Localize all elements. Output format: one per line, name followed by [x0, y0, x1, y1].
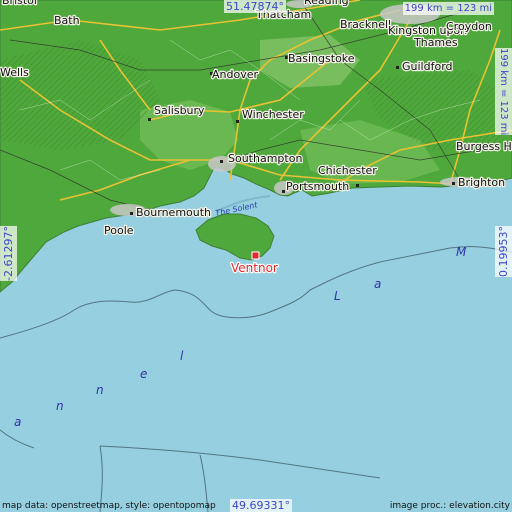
- svg-text:n: n: [56, 399, 64, 413]
- svg-text:L: L: [334, 289, 341, 303]
- label-bristol: Bristol: [2, 0, 37, 7]
- latitude-bottom: 49.69331°: [230, 499, 292, 512]
- label-brighton: Brighton: [458, 176, 505, 189]
- label-guildford: Guildford: [402, 60, 453, 73]
- label-bournemouth: Bournemouth: [136, 206, 211, 219]
- label-burgess-hill: Burgess Hill: [456, 140, 512, 153]
- svg-text:a: a: [14, 415, 21, 429]
- ventnor-marker[interactable]: [251, 251, 260, 260]
- label-thames: Thames: [413, 36, 458, 49]
- label-bath: Bath: [54, 14, 80, 27]
- svg-text:e: e: [140, 367, 147, 381]
- longitude-right: 0.19953°: [495, 226, 512, 277]
- map-canvas: Bristol Bath Wells Salisbury Andover Win…: [0, 0, 512, 512]
- label-portsmouth: Portsmouth: [286, 180, 349, 193]
- svg-text:a: a: [374, 277, 381, 291]
- longitude-left: -2.61297°: [0, 226, 17, 281]
- label-wells: Wells: [0, 66, 29, 79]
- scale-bar-right: 199 km = 123 mi: [495, 48, 512, 136]
- label-winchester: Winchester: [242, 108, 304, 121]
- label-ventnor: Ventnor: [231, 261, 278, 275]
- label-basingstoke: Basingstoke: [288, 52, 355, 65]
- label-croydon: Croydon: [446, 20, 492, 33]
- label-reading: Reading: [304, 0, 349, 7]
- latitude-top: 51.47874°: [224, 0, 286, 13]
- label-poole: Poole: [104, 224, 134, 237]
- label-andover: Andover: [212, 68, 258, 81]
- elevation-map[interactable]: Bristol Bath Wells Salisbury Andover Win…: [0, 0, 512, 512]
- label-bracknell: Bracknell: [340, 18, 391, 31]
- label-southampton: Southampton: [228, 152, 302, 165]
- scale-bar-top: 199 km = 123 mi: [402, 2, 494, 15]
- credit-map-data: map data: openstreetmap, style: opentopo…: [2, 501, 216, 511]
- svg-text:n: n: [96, 383, 104, 397]
- credit-image-processing: image proc.: elevation.city: [389, 501, 510, 511]
- label-salisbury: Salisbury: [154, 104, 205, 117]
- label-chichester: Chichester: [318, 164, 377, 177]
- svg-text:M: M: [456, 245, 467, 259]
